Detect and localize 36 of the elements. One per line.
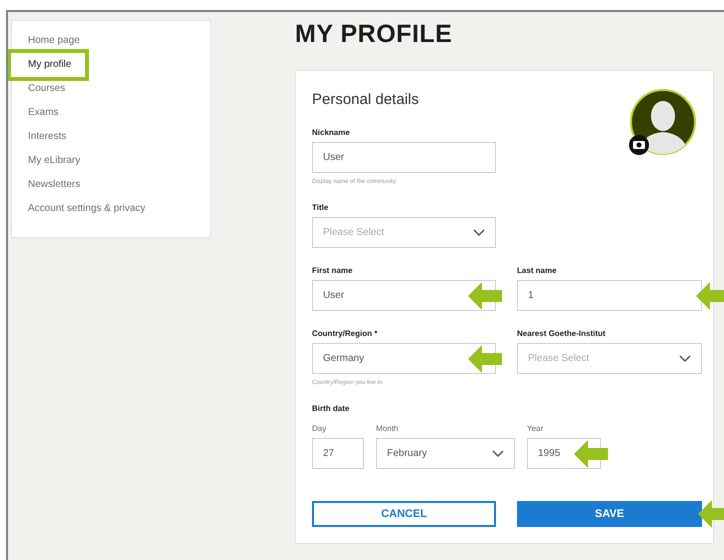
input-field[interactable]: Germany <box>312 343 496 374</box>
select-field[interactable]: February <box>376 438 515 469</box>
arrow-icon <box>574 440 608 468</box>
card-title: Personal details <box>312 91 420 108</box>
sidebar-item[interactable]: My eLibrary <box>12 152 96 170</box>
field-label: Year <box>527 424 544 433</box>
field-label: Nearest Goethe-Institut <box>517 329 606 338</box>
arrow-icon <box>468 282 502 310</box>
chevron-down-icon <box>473 228 485 236</box>
page-title: MY PROFILE <box>295 20 454 50</box>
field-label: First name <box>312 266 354 275</box>
sidebar-item[interactable]: Account settings & privacy <box>12 200 162 218</box>
input-field[interactable]: User <box>312 280 496 311</box>
field-label: Birth date <box>312 404 350 413</box>
arrow-icon <box>698 500 724 528</box>
sidebar-item[interactable]: Home page <box>12 32 96 50</box>
field-label: Country/Region * <box>312 329 378 338</box>
save-button[interactable]: SAVE <box>517 501 702 527</box>
cancel-button[interactable]: CANCEL <box>312 501 496 527</box>
sidebar-item[interactable]: Interests <box>12 128 82 146</box>
arrow-icon <box>468 344 502 372</box>
input-field[interactable]: User <box>312 142 496 173</box>
sidebar-item[interactable]: Courses <box>12 80 82 98</box>
field-label: Nickname <box>312 128 351 137</box>
sidebar-item[interactable]: My profile <box>11 53 86 77</box>
arrow-icon <box>696 282 724 310</box>
chevron-down-icon <box>492 450 504 458</box>
field-label: Month <box>376 424 400 433</box>
field-label: Day <box>312 424 328 433</box>
sidebar-item[interactable]: Exams <box>12 104 75 122</box>
sidebar-item[interactable]: Newsletters <box>12 176 96 194</box>
input-field[interactable]: 27 <box>312 438 364 469</box>
field-label: Title <box>312 203 330 212</box>
chevron-down-icon <box>679 354 691 362</box>
input-field[interactable]: 1 <box>517 280 702 311</box>
field-label: Last name <box>517 266 558 275</box>
